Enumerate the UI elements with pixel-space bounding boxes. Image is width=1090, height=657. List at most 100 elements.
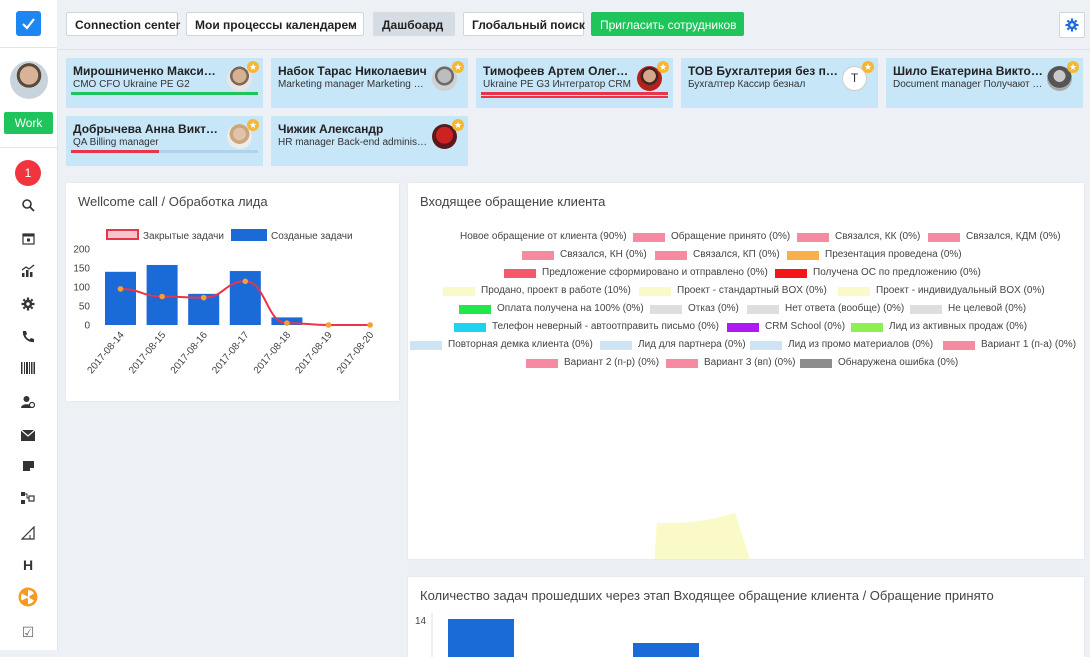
x-tick-label: 2017-08-18: [252, 330, 294, 377]
dashboard-button[interactable]: Дашбоард: [373, 12, 455, 36]
legend-label: Новое обращение от клиента (90%): [460, 231, 627, 242]
star-icon[interactable]: ★: [247, 119, 259, 131]
star-icon[interactable]: ★: [452, 61, 464, 73]
employee-card[interactable]: Тимофеев Артем Олегович Ukraine PE G3 Инт…: [476, 58, 673, 108]
legend-swatch: [797, 233, 829, 242]
panel-title: Входящее обращение клиента: [420, 194, 606, 209]
legend-swatch: [747, 305, 779, 314]
checkbox-icon[interactable]: ☑: [18, 622, 38, 642]
legend-swatch: [851, 323, 883, 332]
legend-swatch: [928, 233, 960, 242]
employee-card[interactable]: Шило Екатерина ВикторовнаDocument manage…: [886, 58, 1083, 108]
work-status-button[interactable]: Work: [4, 112, 53, 134]
legend-label: Презентация проведена (0%): [825, 249, 962, 260]
chart-icon[interactable]: [18, 261, 38, 281]
employee-name: ТОВ Бухгалтерия без проблем: [688, 64, 838, 78]
tasks-count-panel: Количество задач прошедших через этап Вх…: [408, 577, 1084, 657]
legend-label: Получена ОС по предложению (0%): [813, 267, 981, 278]
legend-swatch-created: [231, 229, 267, 241]
h-icon[interactable]: H: [18, 555, 38, 575]
employee-name: Добрычева Анна Викторовна: [73, 122, 223, 136]
line-point: [242, 278, 249, 285]
calendar-icon[interactable]: [18, 228, 38, 248]
radiation-icon[interactable]: [18, 587, 38, 607]
legend-label: CRM School (0%): [765, 321, 846, 332]
star-icon[interactable]: ★: [247, 61, 259, 73]
phone-icon[interactable]: [18, 327, 38, 347]
star-icon[interactable]: ★: [657, 61, 669, 73]
processes-dropdown[interactable]: Мои процессы календарем ⌄: [186, 12, 364, 36]
employee-role: Бухгалтер Кассир безнал: [688, 79, 806, 90]
legend-label: Оплата получена на 100% (0%): [497, 303, 644, 314]
x-tick-label: 2017-08-20: [335, 330, 377, 377]
employee-name: Набок Тарас Николаевич: [278, 64, 427, 78]
legend-label-closed: Закрытые задачи: [143, 231, 224, 242]
barcode-icon[interactable]: [18, 358, 38, 378]
settings-gear-icon[interactable]: [1059, 12, 1085, 38]
legend-label: Связался, КДМ (0%): [966, 231, 1061, 242]
x-tick-label: 2017-08-19: [293, 330, 335, 377]
legend-label: Предложение сформировано и отправлено (0…: [542, 267, 768, 278]
triangle-ruler-icon[interactable]: [18, 523, 38, 543]
legend-swatch: [459, 305, 491, 314]
employee-card[interactable]: Добрычева Анна ВикторовнаQA Billing mana…: [66, 116, 263, 166]
user-avatar[interactable]: [10, 61, 48, 99]
gear-icon[interactable]: [18, 294, 38, 314]
y-tick-label: 150: [73, 264, 90, 275]
employee-role: QA Billing manager: [73, 137, 159, 148]
user-settings-icon[interactable]: [18, 392, 38, 412]
employee-card[interactable]: Чижик Александр HR manager Back-end admin…: [271, 116, 468, 166]
employee-card[interactable]: ТОВ Бухгалтерия без проблемБухгалтер Кас…: [681, 58, 878, 108]
legend-label: Связался, КН (0%): [560, 249, 647, 260]
bar-created: [105, 271, 136, 325]
line-point: [367, 322, 373, 328]
star-icon[interactable]: ★: [862, 61, 874, 73]
wellcome-call-panel: Wellcome call / Обработка лида Закрытые …: [66, 183, 399, 401]
x-tick-label: 2017-08-14: [85, 330, 127, 377]
line-point: [200, 294, 207, 301]
legend-swatch: [943, 341, 975, 350]
legend-label: Отказ (0%): [688, 303, 739, 314]
star-icon[interactable]: ★: [452, 119, 464, 131]
employee-name: Шило Екатерина Викторовна: [893, 64, 1043, 78]
legend-label-created: Созданые задачи: [271, 231, 353, 242]
legend-swatch: [910, 305, 942, 314]
employee-card[interactable]: Мирошниченко Максим ВикторовичCMO CFO Uk…: [66, 58, 263, 108]
notification-badge[interactable]: 1: [15, 160, 41, 186]
legend-label: Вариант 3 (вп) (0%): [704, 357, 796, 368]
legend-label: Лид для партнера (0%): [638, 339, 746, 350]
sidebar: Work 1 H ☑: [0, 0, 58, 650]
line-point: [284, 320, 290, 326]
sidebar-divider: [0, 147, 57, 148]
invite-employees-button[interactable]: Пригласить сотрудников: [591, 12, 744, 36]
legend-label: Связался, КП (0%): [693, 249, 780, 260]
legend-swatch: [410, 341, 442, 350]
legend-swatch: [838, 287, 870, 296]
pie-slice: [654, 512, 750, 559]
y-tick-label: 0: [84, 321, 90, 332]
connection-center-button[interactable]: Connection center: [66, 12, 180, 36]
employee-name: Чижик Александр: [278, 122, 384, 136]
legend-swatch-closed: [106, 229, 139, 240]
employee-card[interactable]: Набок Тарас Николаевич Marketing manager …: [271, 58, 468, 108]
employee-name: Мирошниченко Максим Викторович: [73, 64, 223, 78]
mail-icon[interactable]: [18, 425, 38, 445]
employee-role: Marketing manager Marketing assistant: [278, 79, 428, 90]
progress-bar: [481, 92, 668, 95]
y-tick-label: 200: [73, 245, 90, 256]
document-icon[interactable]: [18, 456, 38, 476]
line-point: [159, 293, 165, 300]
line-point: [325, 322, 332, 328]
flow-icon[interactable]: [18, 488, 38, 508]
legend-label: Нет ответа (вообще) (0%): [785, 303, 905, 314]
app-logo-checkmark-icon[interactable]: [16, 11, 41, 36]
global-search-button[interactable]: Глобальный поиск: [463, 12, 585, 36]
x-tick-label: 2017-08-15: [127, 330, 169, 377]
star-icon[interactable]: ★: [1067, 61, 1079, 73]
tasks-bar-chart: Закрытые задачи Созданые задачи 200 150 100 5…: [73, 229, 377, 377]
legend-swatch: [526, 359, 558, 368]
legend-swatch: [650, 305, 682, 314]
y-tick-label: 14: [415, 616, 427, 627]
search-icon[interactable]: [18, 195, 38, 215]
chevron-down-icon: ⌄: [348, 19, 357, 30]
